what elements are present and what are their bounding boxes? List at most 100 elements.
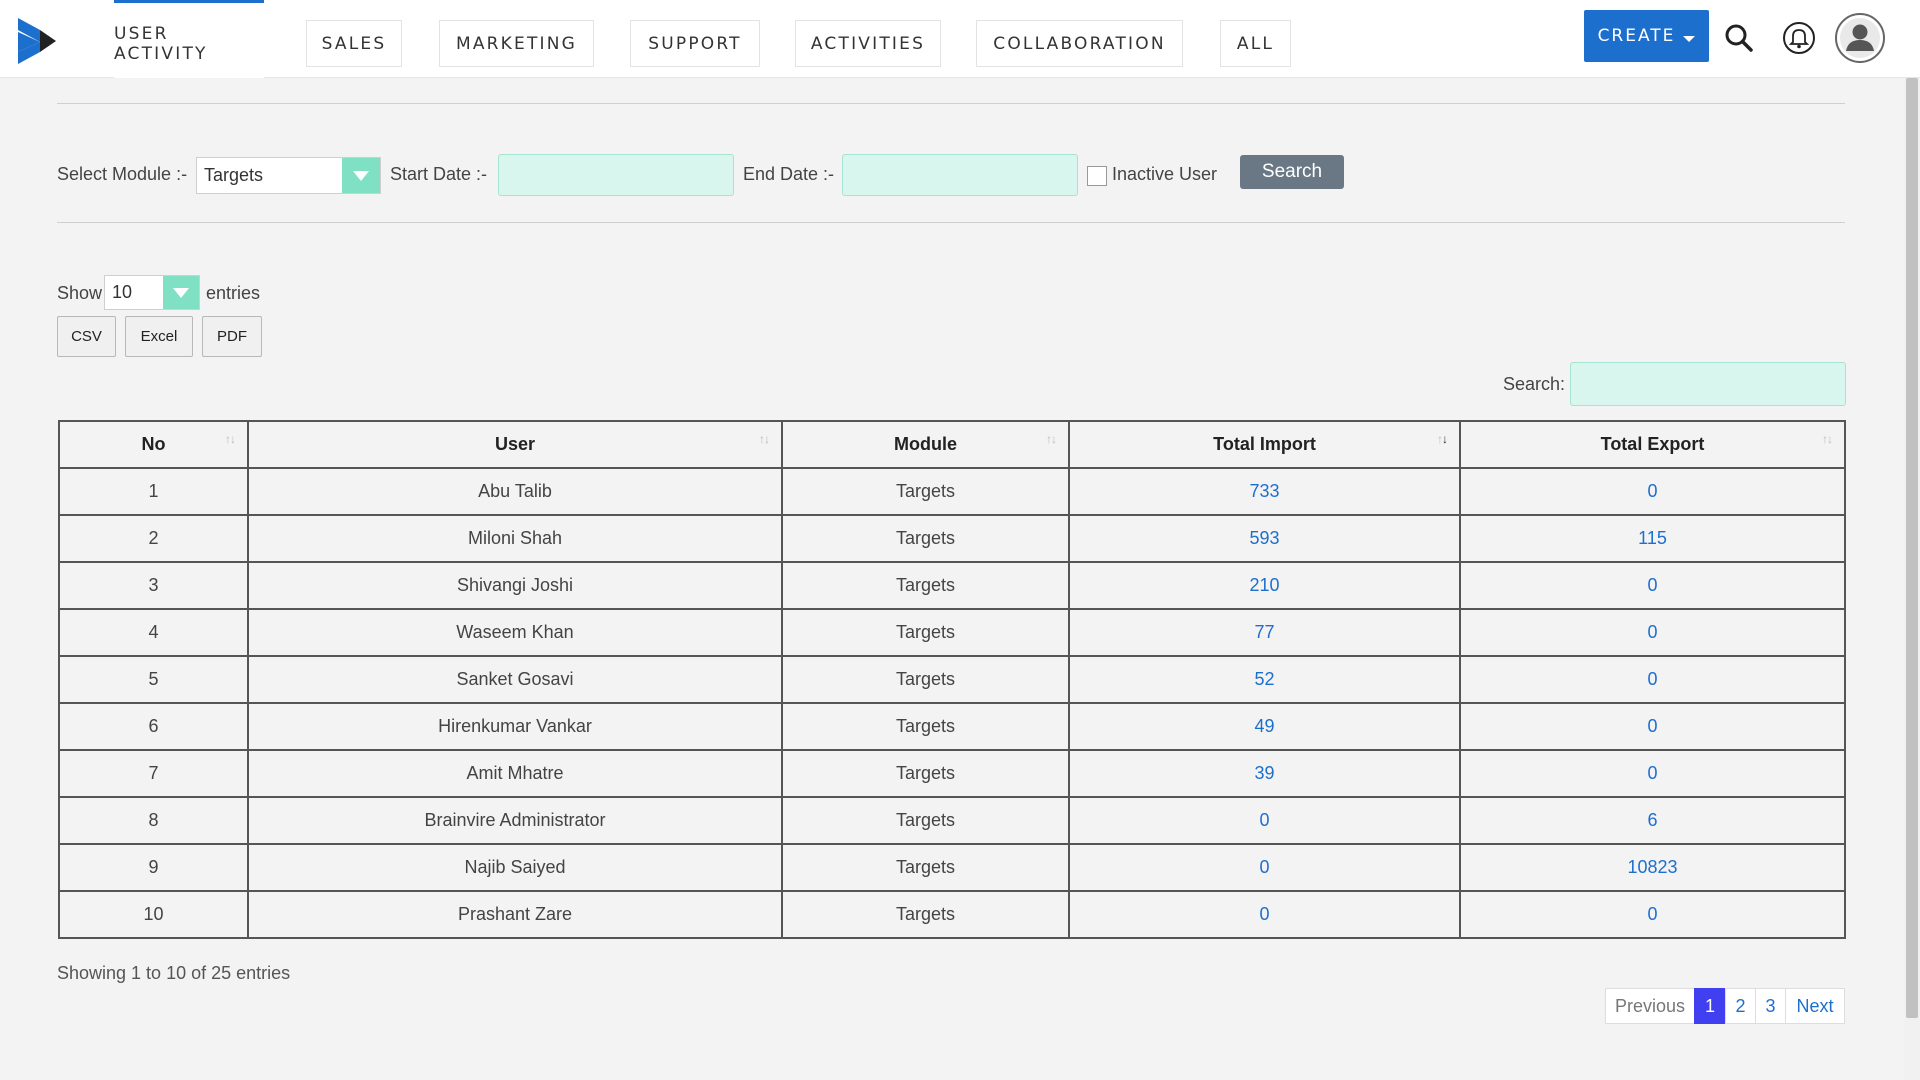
table-row: 4 Waseem Khan Targets 77 0 [58,608,1846,657]
cell-module: Targets [781,702,1070,751]
dropdown-arrow-icon [342,158,380,193]
sort-icon: ↑↓ [1046,432,1057,446]
entries-select[interactable]: 10 [104,275,200,310]
nav-tab-support[interactable]: SUPPORT [630,20,760,67]
cell-user: Prashant Zare [247,890,783,939]
cell-no: 3 [58,561,249,610]
cell-total-export[interactable]: 0 [1459,655,1846,704]
user-avatar-icon[interactable] [1834,12,1886,64]
inactive-user-checkbox[interactable] [1087,166,1107,186]
cell-total-import[interactable]: 210 [1068,561,1461,610]
nav-tab-collaboration[interactable]: COLLABORATION [976,20,1183,67]
column-header-total-export[interactable]: Total Export ↑↓ [1459,420,1846,469]
cell-user: Waseem Khan [247,608,783,657]
cell-user: Amit Mhatre [247,749,783,798]
cell-no: 6 [58,702,249,751]
cell-total-export[interactable]: 115 [1459,514,1846,563]
cell-module: Targets [781,796,1070,845]
user-activity-table: No ↑↓ User ↑↓ Module ↑↓ Total Import ↑↓ Tota… [58,420,1846,939]
top-navigation-bar: USER ACTIVITY SALES MARKETING SUPPORT AC… [0,0,1920,78]
column-header-label: No [141,434,166,454]
cell-module: Targets [781,561,1070,610]
nav-tab-user-activity[interactable]: USER ACTIVITY [114,0,264,78]
cell-no: 7 [58,749,249,798]
brand-logo-icon[interactable] [18,18,56,64]
table-row: 10 Prashant Zare Targets 0 0 [58,890,1846,939]
create-button[interactable]: CREATE [1584,10,1709,62]
nav-tab-sales[interactable]: SALES [306,20,402,67]
end-date-input[interactable] [842,154,1078,196]
cell-total-import[interactable]: 0 [1068,843,1461,892]
cell-module: Targets [781,843,1070,892]
column-header-user[interactable]: User ↑↓ [247,420,783,469]
cell-no: 9 [58,843,249,892]
nav-tab-activities[interactable]: ACTIVITIES [795,20,941,67]
select-module-label: Select Module :- [57,164,188,184]
export-csv-button[interactable]: CSV [57,316,116,357]
cell-total-export[interactable]: 0 [1459,467,1846,516]
cell-total-import[interactable]: 0 [1068,890,1461,939]
start-date-label: Start Date :- [390,164,488,184]
pagination-next[interactable]: Next [1785,988,1845,1024]
table-row: 5 Sanket Gosavi Targets 52 0 [58,655,1846,704]
cell-total-export[interactable]: 0 [1459,608,1846,657]
cell-total-import[interactable]: 52 [1068,655,1461,704]
scrollbar-thumb[interactable] [1906,78,1918,1018]
column-header-label: Total Export [1600,434,1705,454]
cell-total-import[interactable]: 0 [1068,796,1461,845]
pagination-page-2[interactable]: 2 [1725,988,1756,1024]
export-excel-button[interactable]: Excel [125,316,193,357]
table-row: 9 Najib Saiyed Targets 0 10823 [58,843,1846,892]
column-header-total-import[interactable]: Total Import ↑↓ [1068,420,1461,469]
cell-module: Targets [781,749,1070,798]
cell-total-export[interactable]: 0 [1459,890,1846,939]
cell-total-import[interactable]: 49 [1068,702,1461,751]
start-date-input[interactable] [498,154,734,196]
notification-bell-icon[interactable] [1779,18,1819,58]
sort-icon: ↑↓ [225,432,236,446]
export-pdf-button[interactable]: PDF [202,316,262,357]
cell-total-export[interactable]: 0 [1459,702,1846,751]
nav-tab-marketing[interactable]: MARKETING [439,20,594,67]
cell-no: 10 [58,890,249,939]
cell-total-import[interactable]: 593 [1068,514,1461,563]
divider [57,103,1845,104]
cell-total-export[interactable]: 6 [1459,796,1846,845]
nav-tab-all[interactable]: ALL [1220,20,1291,67]
table-row: 8 Brainvire Administrator Targets 0 6 [58,796,1846,845]
table-search-label: Search: [1503,374,1566,394]
cell-total-export[interactable]: 10823 [1459,843,1846,892]
pagination-page-1[interactable]: 1 [1694,988,1726,1024]
table-search-input[interactable] [1570,362,1846,406]
column-header-module[interactable]: Module ↑↓ [781,420,1070,469]
module-select[interactable]: Targets [196,157,381,194]
table-info-text: Showing 1 to 10 of 25 entries [57,963,291,983]
sort-icon: ↑↓ [759,432,770,446]
cell-user: Najib Saiyed [247,843,783,892]
cell-user: Brainvire Administrator [247,796,783,845]
sort-desc-icon: ↑↓ [1437,432,1448,446]
cell-total-import[interactable]: 733 [1068,467,1461,516]
divider [57,222,1845,223]
cell-total-export[interactable]: 0 [1459,749,1846,798]
cell-total-import[interactable]: 39 [1068,749,1461,798]
cell-user: Hirenkumar Vankar [247,702,783,751]
cell-total-import[interactable]: 77 [1068,608,1461,657]
cell-no: 4 [58,608,249,657]
pagination-page-3[interactable]: 3 [1755,988,1786,1024]
column-header-no[interactable]: No ↑↓ [58,420,249,469]
table-row: 1 Abu Talib Targets 733 0 [58,467,1846,516]
search-icon[interactable] [1719,18,1759,58]
show-entries-label: Show [57,283,103,303]
pagination-previous[interactable]: Previous [1605,988,1695,1024]
page-scrollbar[interactable] [1904,78,1920,1080]
pagination: Previous 1 2 3 Next [1605,988,1845,1024]
search-button[interactable]: Search [1240,155,1344,189]
cell-user: Abu Talib [247,467,783,516]
cell-no: 1 [58,467,249,516]
cell-total-export[interactable]: 0 [1459,561,1846,610]
cell-user: Shivangi Joshi [247,561,783,610]
sort-icon: ↑↓ [1822,432,1833,446]
cell-module: Targets [781,655,1070,704]
column-header-label: Total Import [1213,434,1316,454]
